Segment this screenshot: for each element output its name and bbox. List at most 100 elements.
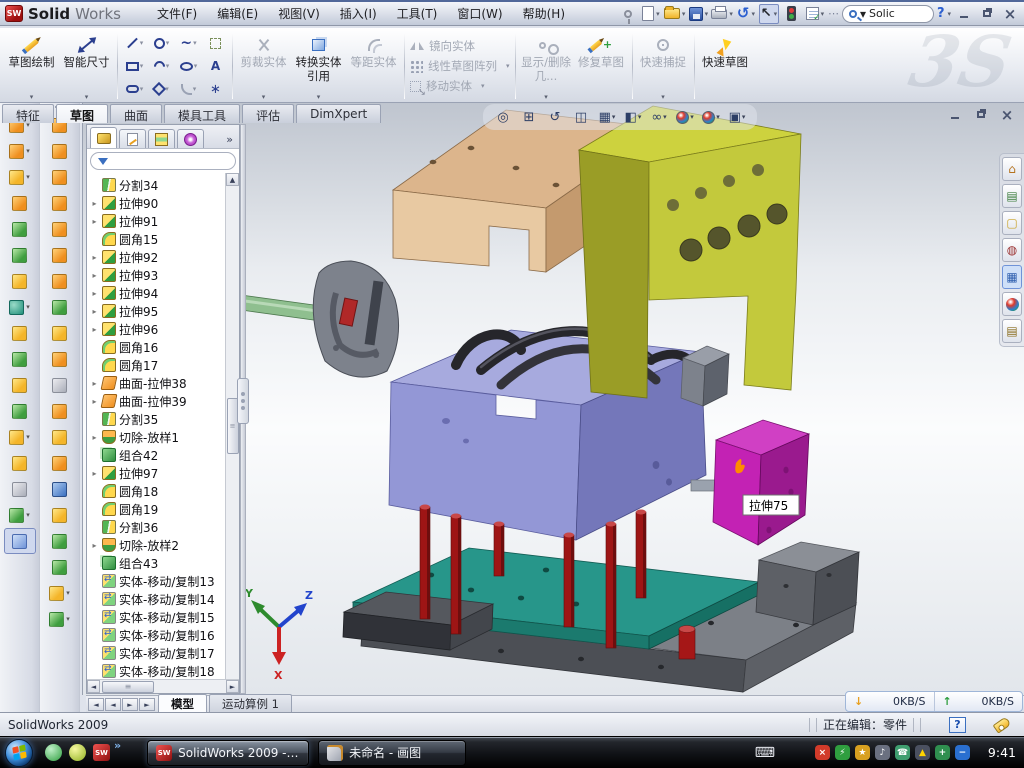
expand-arrow-icon[interactable]: ▸ <box>90 271 99 280</box>
surface-tool-button[interactable] <box>44 424 76 450</box>
feature-tool-button[interactable] <box>4 320 36 346</box>
taskbar-window-button[interactable]: 未命名 - 画图 <box>318 740 466 766</box>
solidworks-resources-button[interactable]: ⌂ <box>1002 157 1022 181</box>
feature-tool-button[interactable] <box>4 450 36 476</box>
next-tab-icon[interactable]: ► <box>122 698 138 711</box>
menu-item[interactable]: 插入(I) <box>330 2 387 25</box>
sketch-slot-button[interactable]: ▾ <box>121 78 148 101</box>
tree-item[interactable]: 圆角17 <box>90 356 225 374</box>
view-palette-button[interactable]: ▦ <box>1002 265 1022 289</box>
model-part-core-block[interactable] <box>389 330 727 540</box>
network-warning-tray-icon[interactable]: ▲ <box>915 745 930 760</box>
dropdown-arrow-icon[interactable]: ▾ <box>821 10 825 18</box>
surface-tool-button[interactable] <box>44 242 76 268</box>
menu-item[interactable]: 编辑(E) <box>207 2 268 25</box>
tree-item[interactable]: 实体-移动/复制13 <box>90 572 225 590</box>
sketch-fillet-button[interactable]: ▾ <box>175 78 202 101</box>
display-delete-relations-button[interactable]: 显示/删除几... ▾ <box>519 31 574 101</box>
surface-tool-button[interactable] <box>44 450 76 476</box>
save-button[interactable]: ▾ <box>688 4 708 24</box>
tree-item[interactable]: 实体-移动/复制17 <box>90 644 225 662</box>
surface-tool-button[interactable]: ▾ <box>44 606 76 632</box>
linear-sketch-pattern-button[interactable]: 线性草图阵列 ▾ <box>410 58 510 74</box>
tree-item[interactable]: 实体-移动/复制16 <box>90 626 225 644</box>
repair-sketch-button[interactable]: + 修复草图 <box>574 31 629 101</box>
tree-item[interactable]: ▸拉伸97 <box>90 464 225 482</box>
quicklaunch-solidworks-icon[interactable]: SW <box>93 744 110 761</box>
feature-tool-button[interactable] <box>4 528 36 554</box>
start-button[interactable] <box>5 739 33 767</box>
sketch-line-button[interactable]: ▾ <box>121 32 148 55</box>
sketch-point-button[interactable]: ∗ <box>202 78 229 101</box>
model-part-ejector-rod[interactable] <box>241 295 321 321</box>
doc-restore-button[interactable] <box>972 107 990 122</box>
dropdown-arrow-icon[interactable]: ▾ <box>66 589 70 597</box>
feature-tool-button[interactable] <box>4 268 36 294</box>
sketch-ellipse-button[interactable]: ▾ <box>175 55 202 78</box>
sync-blocked-tray-icon[interactable]: − <box>955 745 970 760</box>
tree-item[interactable]: ▸切除-放样2 <box>90 536 225 554</box>
feature-tool-button[interactable] <box>4 216 36 242</box>
dropdown-arrow-icon[interactable]: ▾ <box>26 433 30 441</box>
tree-item[interactable]: 实体-移动/复制15 <box>90 608 225 626</box>
sketch-arc-button[interactable]: ▾ <box>148 55 175 78</box>
tree-item[interactable]: ▸拉伸93 <box>90 266 225 284</box>
model-part-side-block[interactable] <box>713 420 809 545</box>
expand-arrow-icon[interactable]: ▸ <box>90 253 99 262</box>
feature-tool-button[interactable]: ▾ <box>4 424 36 450</box>
command-tab[interactable]: 模具工具 <box>164 104 240 123</box>
expand-arrow-icon[interactable]: ▸ <box>90 289 99 298</box>
tree-item[interactable]: 圆角16 <box>90 338 225 356</box>
im-phone-tray-icon[interactable]: ☎ <box>895 745 910 760</box>
sketch-spline-button[interactable]: ~▾ <box>175 32 202 55</box>
dropdown-arrow-icon[interactable]: ▾ <box>774 10 778 18</box>
expand-arrow-icon[interactable]: ▸ <box>90 469 99 478</box>
close-window-button[interactable]: × <box>1000 5 1020 22</box>
tree-horizontal-scrollbar[interactable]: ◄ ≡ ► <box>87 679 239 693</box>
smart-dimension-button[interactable]: 智能尺寸 ▾ <box>59 31 114 101</box>
print-button[interactable]: ▾ <box>711 4 733 24</box>
security-alert-tray-icon[interactable]: × <box>815 745 830 760</box>
document-tab[interactable]: 模型 <box>158 694 207 712</box>
rebuild-button[interactable] <box>782 4 802 24</box>
design-library-button[interactable]: ▤ <box>1002 184 1022 208</box>
tree-item[interactable]: ▸曲面-拉伸38 <box>90 374 225 392</box>
surface-tool-button[interactable] <box>44 502 76 528</box>
tree-item[interactable]: ▸拉伸96 <box>90 320 225 338</box>
menu-item[interactable]: 窗口(W) <box>447 2 512 25</box>
surface-tool-button[interactable] <box>44 216 76 242</box>
tree-item[interactable]: ▸拉伸95 <box>90 302 225 320</box>
sketch-text-button[interactable]: A <box>202 55 229 78</box>
surface-tool-button[interactable] <box>44 138 76 164</box>
expand-arrow-icon[interactable]: ▸ <box>90 379 99 388</box>
dropdown-arrow-icon[interactable]: ▾ <box>59 93 114 101</box>
tree-item[interactable]: ▸切除-放样1 <box>90 428 225 446</box>
tree-item[interactable]: 分割35 <box>90 410 225 428</box>
expand-arrow-icon[interactable]: ▸ <box>90 217 99 226</box>
feature-tool-button[interactable] <box>4 476 36 502</box>
tree-item[interactable]: 圆角18 <box>90 482 225 500</box>
command-tab[interactable]: DimXpert <box>296 104 381 123</box>
quicklaunch-antivirus-icon[interactable] <box>69 744 86 761</box>
command-tab[interactable]: 评估 <box>242 104 294 123</box>
minimize-window-button[interactable] <box>954 5 974 22</box>
sketch-rect-button[interactable]: ▾ <box>121 55 148 78</box>
splitter-handle[interactable] <box>237 378 249 424</box>
surface-tool-button[interactable]: ▾ <box>44 580 76 606</box>
display-style-button[interactable]: ◧▾ <box>621 106 645 128</box>
document-tab[interactable]: 运动算例 1 <box>209 694 292 712</box>
surface-tool-button[interactable] <box>44 320 76 346</box>
doc-minimize-button[interactable] <box>946 107 964 122</box>
sketch-circle-button[interactable]: ▾ <box>148 32 175 55</box>
scrollbar-thumb[interactable]: ≡ <box>102 681 154 693</box>
feature-tool-button[interactable]: ▾ <box>4 502 36 528</box>
surface-tool-button[interactable] <box>44 398 76 424</box>
sketch-button[interactable]: 草图绘制 ▾ <box>4 31 59 101</box>
dropdown-arrow-icon[interactable]: ▾ <box>26 147 30 155</box>
previous-tab-icon[interactable]: ◄ <box>105 698 121 711</box>
toolbar-overflow-icon[interactable]: ⋯ <box>828 7 839 20</box>
scroll-right-icon[interactable]: ► <box>226 680 239 693</box>
model-part-stop-pin[interactable] <box>679 626 695 660</box>
feature-tool-button[interactable] <box>4 372 36 398</box>
scroll-left-icon[interactable]: ◄ <box>87 680 100 693</box>
